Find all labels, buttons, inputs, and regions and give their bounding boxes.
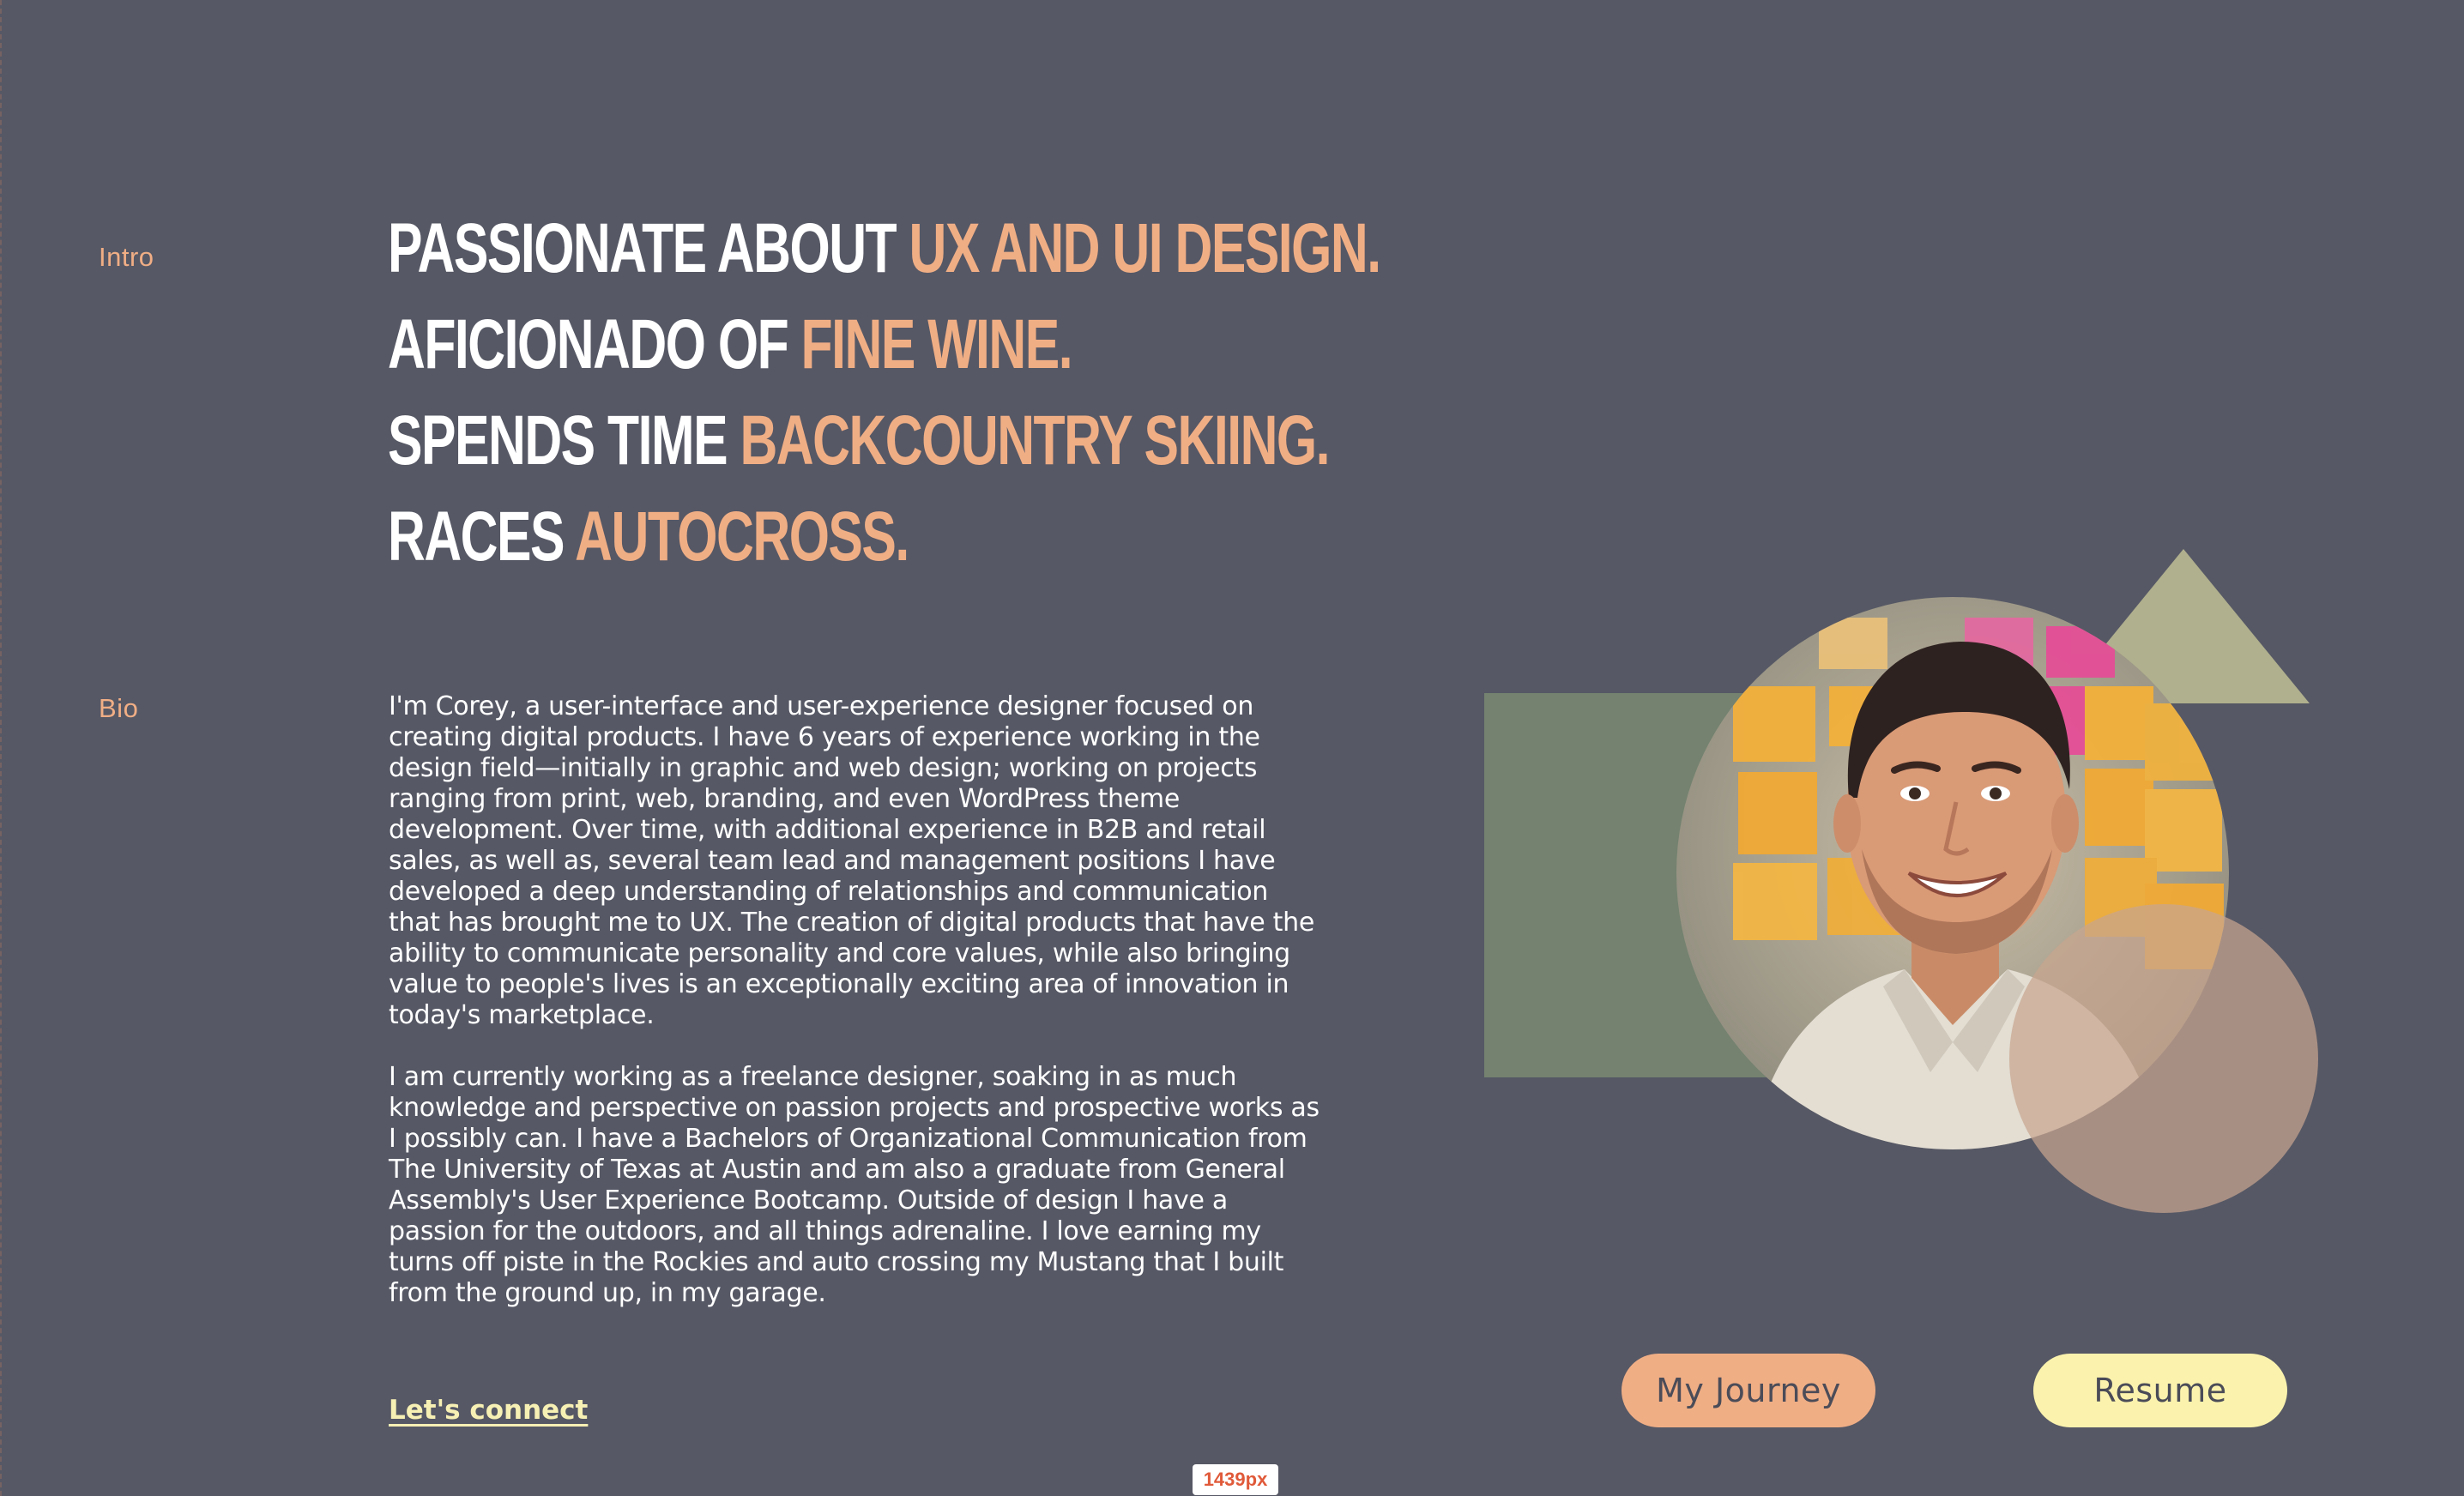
portrait-illustration (1484, 549, 2318, 1213)
viewport-width-badge: 1439px (1193, 1464, 1278, 1495)
resume-button[interactable]: Resume (2033, 1354, 2287, 1427)
tan-circle-shape (2009, 904, 2318, 1213)
my-journey-button[interactable]: My Journey (1622, 1354, 1875, 1427)
